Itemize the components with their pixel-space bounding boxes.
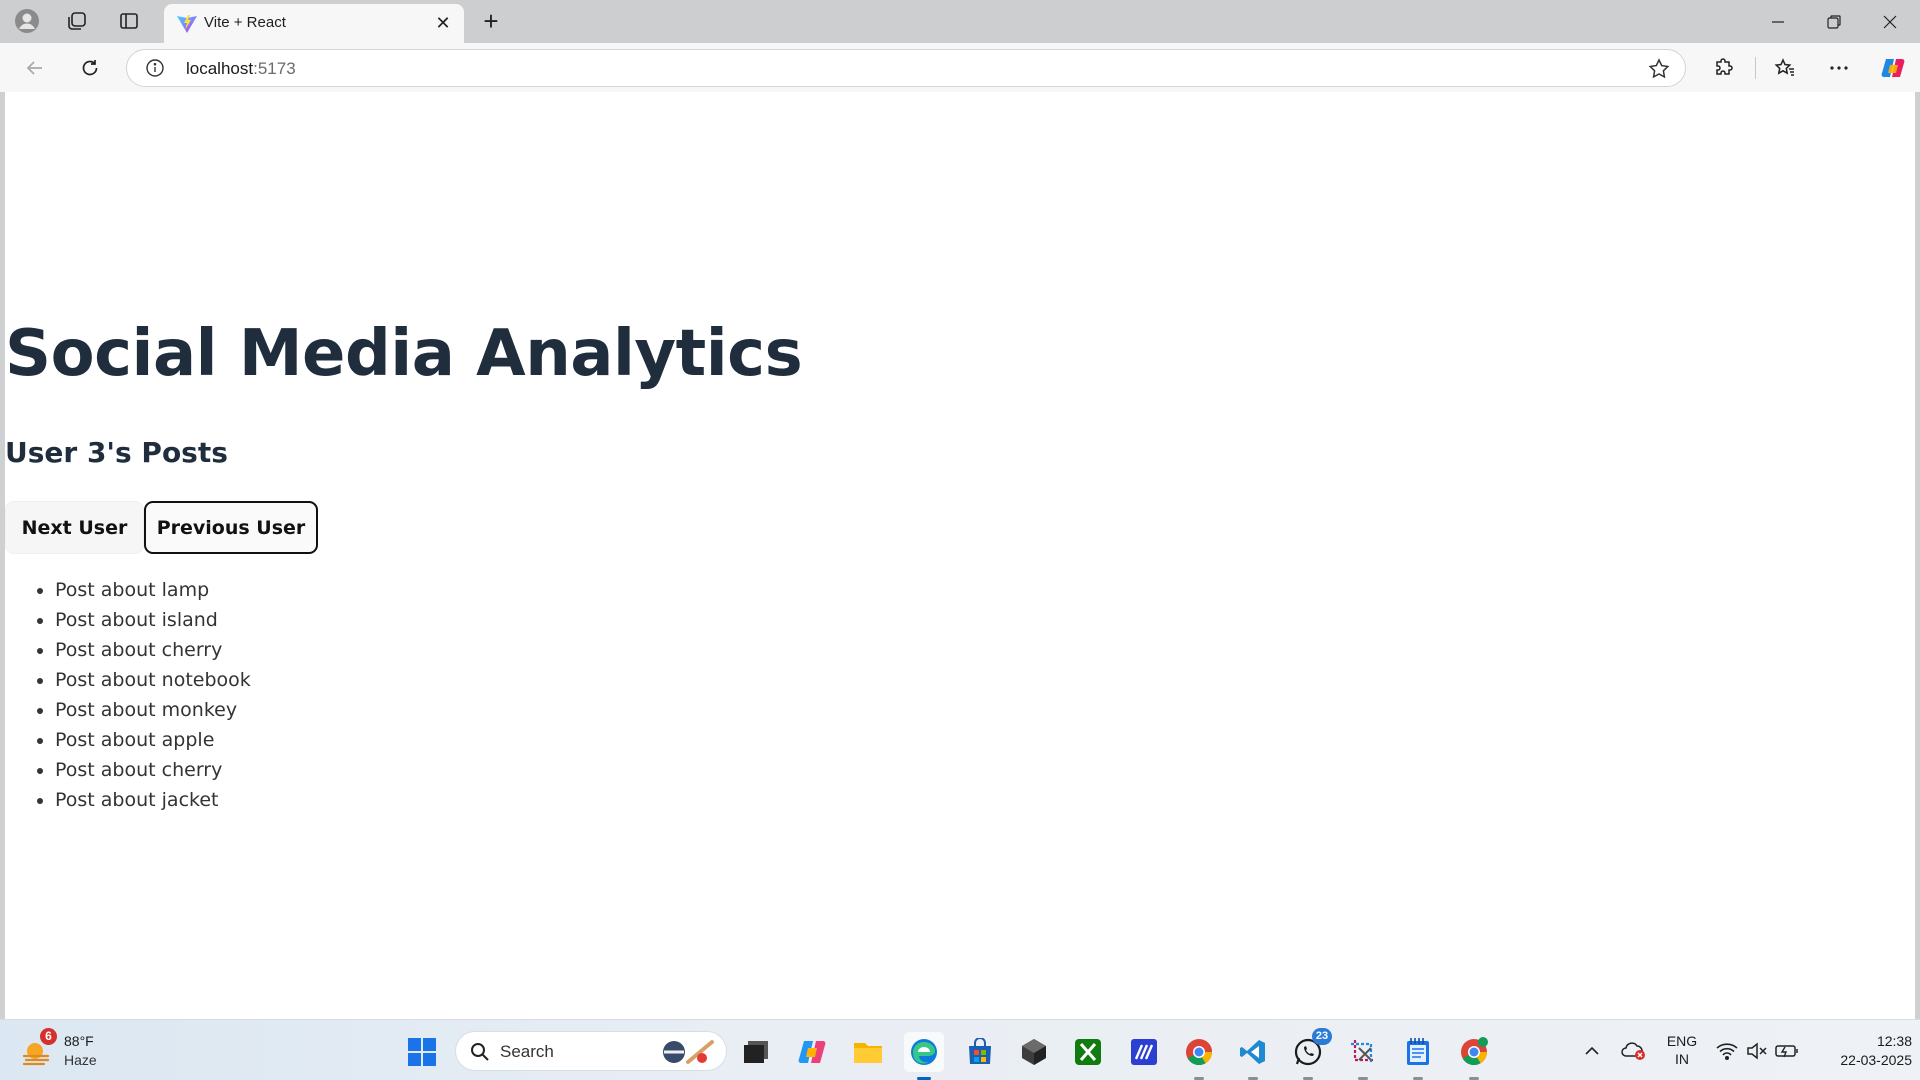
weather-temperature: 88°F xyxy=(64,1033,94,1049)
restore-icon[interactable] xyxy=(1806,0,1862,43)
file-explorer-app[interactable] xyxy=(848,1032,888,1072)
copilot-icon[interactable] xyxy=(1876,51,1910,85)
list-item: Post about apple xyxy=(55,725,251,755)
snipping-tool-app[interactable] xyxy=(1343,1032,1383,1080)
chrome-app-1[interactable] xyxy=(1179,1032,1219,1080)
search-icon xyxy=(471,1043,489,1061)
taskbar-clock[interactable]: 12:38 22-03-2025 xyxy=(1812,1032,1912,1070)
tab-title: Vite + React xyxy=(204,14,286,31)
language-region: IN xyxy=(1675,1051,1689,1067)
volume-muted-icon[interactable] xyxy=(1744,1020,1770,1080)
favorite-star-icon[interactable] xyxy=(1647,57,1671,81)
onedrive-error-icon[interactable] xyxy=(1620,1020,1648,1080)
language-indicator[interactable]: ENG IN xyxy=(1664,1032,1700,1068)
search-highlight-icon xyxy=(663,1040,714,1064)
minimize-icon[interactable] xyxy=(1750,0,1806,43)
browser-tab[interactable]: Vite + React ✕ xyxy=(164,4,464,43)
profile-icon[interactable] xyxy=(12,7,42,35)
snipping-icon xyxy=(1351,1040,1375,1064)
next-user-button[interactable]: Next User xyxy=(5,501,144,554)
favorites-icon[interactable] xyxy=(1768,51,1802,85)
posts-list: Post about lamp Post about island Post a… xyxy=(55,575,251,815)
previous-user-button[interactable]: Previous User xyxy=(144,501,318,554)
whatsapp-unread-badge: 23 xyxy=(1312,1028,1332,1045)
notepad-app[interactable] xyxy=(1398,1032,1438,1080)
list-item: Post about jacket xyxy=(55,785,251,815)
whatsapp-app[interactable]: 23 xyxy=(1288,1028,1332,1080)
tab-actions-icon[interactable] xyxy=(114,7,144,35)
language-code: ENG xyxy=(1666,1033,1698,1049)
show-hidden-icons-icon[interactable] xyxy=(1580,1020,1604,1080)
toolbar-divider xyxy=(1755,57,1756,79)
new-tab-icon[interactable]: + xyxy=(476,8,506,36)
extensions-icon[interactable] xyxy=(1707,51,1741,85)
microsoft-store-app[interactable] xyxy=(960,1032,1000,1072)
list-item: Post about lamp xyxy=(55,575,251,605)
list-item: Post about cherry xyxy=(55,755,251,785)
start-button[interactable] xyxy=(402,1032,442,1072)
page-viewport: Social Media Analytics User 3's Posts Ne… xyxy=(5,92,1915,1019)
unity-app[interactable] xyxy=(1014,1032,1054,1072)
chrome-app-2[interactable] xyxy=(1454,1032,1494,1080)
edge-app[interactable] xyxy=(904,1032,944,1080)
url-host: localhost xyxy=(186,59,254,78)
list-item: Post about cherry xyxy=(55,635,251,665)
list-item: Post about island xyxy=(55,605,251,635)
copilot-app[interactable] xyxy=(792,1032,832,1072)
visual-studio-app[interactable] xyxy=(1124,1032,1164,1072)
user-posts-heading: User 3's Posts xyxy=(5,436,228,469)
list-item: Post about monkey xyxy=(55,695,251,725)
task-view-app[interactable] xyxy=(736,1032,776,1072)
cube-icon xyxy=(1022,1039,1046,1065)
address-bar[interactable]: localhost:5173 xyxy=(126,49,1686,87)
page-title: Social Media Analytics xyxy=(5,317,803,391)
copilot-taskbar-icon xyxy=(798,1041,826,1063)
taskbar-search[interactable]: Search xyxy=(455,1031,727,1071)
back-icon[interactable] xyxy=(18,51,52,85)
chrome-icon xyxy=(1186,1039,1213,1066)
clock-date: 22-03-2025 xyxy=(1840,1052,1912,1068)
xbox-app[interactable] xyxy=(1068,1032,1108,1072)
windows-icon xyxy=(408,1038,436,1066)
list-item: Post about notebook xyxy=(55,665,251,695)
battery-icon[interactable] xyxy=(1774,1020,1800,1080)
vite-icon xyxy=(176,14,198,34)
wifi-icon[interactable] xyxy=(1714,1020,1740,1080)
weather-widget[interactable]: 6 88°F Haze xyxy=(22,1028,112,1074)
site-info-icon[interactable] xyxy=(145,58,165,78)
task-view-icon xyxy=(744,1041,768,1063)
chrome-profile-icon xyxy=(1461,1037,1488,1066)
close-tab-icon[interactable]: ✕ xyxy=(432,12,454,34)
close-window-icon[interactable] xyxy=(1862,0,1918,43)
xbox-icon xyxy=(1075,1039,1101,1065)
folder-icon xyxy=(854,1043,882,1063)
weather-condition: Haze xyxy=(64,1052,97,1068)
notepad-icon xyxy=(1407,1038,1429,1065)
weather-alert-badge: 6 xyxy=(40,1028,57,1045)
workspaces-icon[interactable] xyxy=(62,7,92,35)
vscode-app[interactable] xyxy=(1233,1032,1273,1080)
clock-time: 12:38 xyxy=(1876,1033,1912,1049)
browser-toolbar: localhost:5173 xyxy=(0,43,1920,92)
url-port: :5173 xyxy=(253,59,296,78)
url-text: localhost:5173 xyxy=(186,59,296,79)
vs-icon xyxy=(1131,1039,1157,1065)
search-placeholder: Search xyxy=(500,1042,554,1061)
taskbar: 6 88°F Haze Search 23 ENG IN 12:38 22-03… xyxy=(0,1019,1920,1080)
vscode-icon xyxy=(1240,1040,1265,1064)
more-options-icon[interactable] xyxy=(1822,51,1856,85)
edge-icon xyxy=(911,1039,937,1065)
browser-titlebar: Vite + React ✕ + xyxy=(0,0,1920,43)
refresh-icon[interactable] xyxy=(73,51,107,85)
store-icon xyxy=(969,1038,991,1064)
